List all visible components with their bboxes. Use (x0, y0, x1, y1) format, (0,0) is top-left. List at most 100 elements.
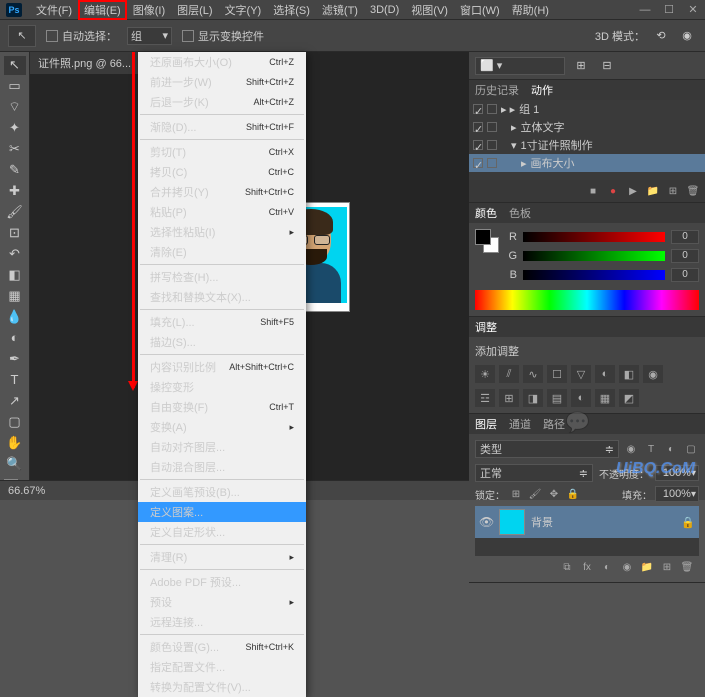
menu-item[interactable]: 自动对齐图层... (138, 437, 306, 457)
layer-item[interactable]: 👁 背景 🔒 (475, 506, 699, 538)
menu-item[interactable]: 定义图案... (138, 502, 306, 522)
menu-item[interactable]: 自由变换(F)Ctrl+T (138, 397, 306, 417)
tab-history[interactable]: 历史记录 (475, 80, 519, 100)
menu-item[interactable]: 拼写检查(H)... (138, 267, 306, 287)
mode3d-icon2[interactable]: ◉ (677, 26, 697, 46)
levels-icon[interactable]: ⫽ (499, 365, 519, 383)
close-button[interactable]: ✕ (681, 1, 705, 19)
action-item[interactable]: ✓▸立体文字 (469, 118, 705, 136)
menu-item[interactable]: 颜色设置(G)...Shift+Ctrl+K (138, 637, 306, 657)
spectrum-bar[interactable] (475, 290, 699, 310)
tab-swatches[interactable]: 色板 (509, 203, 531, 223)
align-icon[interactable]: ⊟ (597, 56, 617, 76)
r-slider[interactable] (523, 232, 665, 242)
zoom-tool[interactable]: 🔍 (4, 454, 26, 473)
menu-item[interactable]: 远程连接... (138, 612, 306, 632)
menu-file[interactable]: 文件(F) (30, 0, 78, 20)
stamp-tool[interactable]: ⊡ (4, 224, 26, 243)
move-tool[interactable]: ↖ (4, 56, 26, 75)
lock-pixel-icon[interactable]: 🖌 (527, 487, 543, 501)
delete-button[interactable]: 🗑 (684, 183, 702, 199)
menu-item[interactable]: Adobe PDF 预设... (138, 572, 306, 592)
menu-image[interactable]: 图像(I) (127, 0, 171, 20)
tab-layers[interactable]: 图层 (475, 414, 497, 434)
menu-filter[interactable]: 滤镜(T) (316, 0, 364, 20)
lookup-icon[interactable]: ⊞ (499, 389, 519, 407)
filter-icon[interactable]: ◐ (663, 442, 679, 456)
menu-3d[interactable]: 3D(D) (364, 2, 405, 18)
gradient-tool[interactable]: ▦ (4, 286, 26, 305)
tab-adjustments[interactable]: 调整 (475, 317, 497, 337)
menu-item[interactable]: 定义画笔预设(B)... (138, 482, 306, 502)
layer-filter-select[interactable]: ⬜ ▾ (475, 57, 565, 75)
menu-item[interactable]: 指定配置文件... (138, 657, 306, 677)
blur-tool[interactable]: 💧 (4, 307, 26, 326)
filter-type-select[interactable]: 类型≑ (475, 440, 619, 458)
menu-item[interactable]: 描边(S)... (138, 332, 306, 352)
history-brush-tool[interactable]: ↶ (4, 245, 26, 264)
folder-button[interactable]: 📁 (638, 559, 656, 575)
selective-icon[interactable]: ◩ (619, 389, 639, 407)
wand-tool[interactable]: ✦ (4, 119, 26, 138)
b-slider[interactable] (523, 270, 665, 280)
path-tool[interactable]: ↗ (4, 391, 26, 410)
brightness-icon[interactable]: ☀ (475, 365, 495, 383)
gradient-icon[interactable]: ▦ (595, 389, 615, 407)
play-button[interactable]: ▶ (624, 183, 642, 199)
visibility-icon[interactable]: 👁 (479, 515, 493, 529)
mixer-icon[interactable]: ☲ (475, 389, 495, 407)
menu-item[interactable]: 转换为配置文件(V)... (138, 677, 306, 697)
menu-item[interactable]: 前进一步(W)Shift+Ctrl+Z (138, 72, 306, 92)
menu-window[interactable]: 窗口(W) (454, 0, 506, 20)
invert-icon[interactable]: ◨ (523, 389, 543, 407)
shape-tool[interactable]: ▢ (4, 412, 26, 431)
adjustment-button[interactable]: ◉ (618, 559, 636, 575)
delete-button[interactable]: 🗑 (678, 559, 696, 575)
move-tool-preset[interactable]: ↖ (8, 25, 36, 47)
mode3d-icon[interactable]: ⟲ (651, 26, 671, 46)
menu-item[interactable]: 操控变形 (138, 377, 306, 397)
tab-actions[interactable]: 动作 (531, 80, 553, 100)
g-value[interactable]: 0 (671, 249, 699, 263)
menu-view[interactable]: 视图(V) (405, 0, 454, 20)
menu-item[interactable]: 粘贴(P)Ctrl+V (138, 202, 306, 222)
action-item[interactable]: ✓▾1寸证件照制作 (469, 136, 705, 154)
tab-channels[interactable]: 通道 (509, 414, 531, 434)
eraser-tool[interactable]: ◧ (4, 266, 26, 285)
fx-button[interactable]: fx (578, 559, 596, 575)
mask-button[interactable]: ◐ (598, 559, 616, 575)
tab-paths[interactable]: 路径 (543, 414, 565, 434)
threshold-icon[interactable]: ◐ (571, 389, 591, 407)
menu-help[interactable]: 帮助(H) (506, 0, 555, 20)
menu-item[interactable]: 预设▸ (138, 592, 306, 612)
lasso-tool[interactable]: ⌔ (4, 98, 26, 117)
pen-tool[interactable]: ✒ (4, 349, 26, 368)
link-button[interactable]: ⧉ (558, 559, 576, 575)
lock-pos-icon[interactable]: ✥ (546, 487, 562, 501)
show-transform-option[interactable]: 显示变换控件 (182, 28, 264, 44)
new-layer-button[interactable]: ⊞ (658, 559, 676, 575)
lock-trans-icon[interactable]: ⊞ (508, 487, 524, 501)
filter-icon[interactable]: T (643, 442, 659, 456)
eyedropper-tool[interactable]: ✎ (4, 161, 26, 180)
menu-item[interactable]: 自动混合图层... (138, 457, 306, 477)
filter-icon[interactable]: ◉ (623, 442, 639, 456)
auto-select-dropdown[interactable]: 组▾ (127, 27, 172, 45)
menu-item[interactable]: 剪切(T)Ctrl+X (138, 142, 306, 162)
hand-tool[interactable]: ✋ (4, 433, 26, 452)
bw-icon[interactable]: ◧ (619, 365, 639, 383)
vibrance-icon[interactable]: ▽ (571, 365, 591, 383)
auto-select-option[interactable]: 自动选择： (46, 28, 117, 44)
menu-item[interactable]: 拷贝(C)Ctrl+C (138, 162, 306, 182)
record-button[interactable]: ● (604, 183, 622, 199)
tab-color[interactable]: 颜色 (475, 203, 497, 223)
menu-select[interactable]: 选择(S) (267, 0, 316, 20)
menu-item[interactable]: 合并拷贝(Y)Shift+Ctrl+C (138, 182, 306, 202)
menu-edit[interactable]: 编辑(E) (78, 0, 127, 20)
minimize-button[interactable]: — (633, 1, 657, 19)
menu-item[interactable]: 选择性粘贴(I)▸ (138, 222, 306, 242)
lock-all-icon[interactable]: 🔒 (565, 487, 581, 501)
menu-item[interactable]: 查找和替换文本(X)... (138, 287, 306, 307)
g-slider[interactable] (523, 251, 665, 261)
color-swatches[interactable] (475, 229, 499, 253)
